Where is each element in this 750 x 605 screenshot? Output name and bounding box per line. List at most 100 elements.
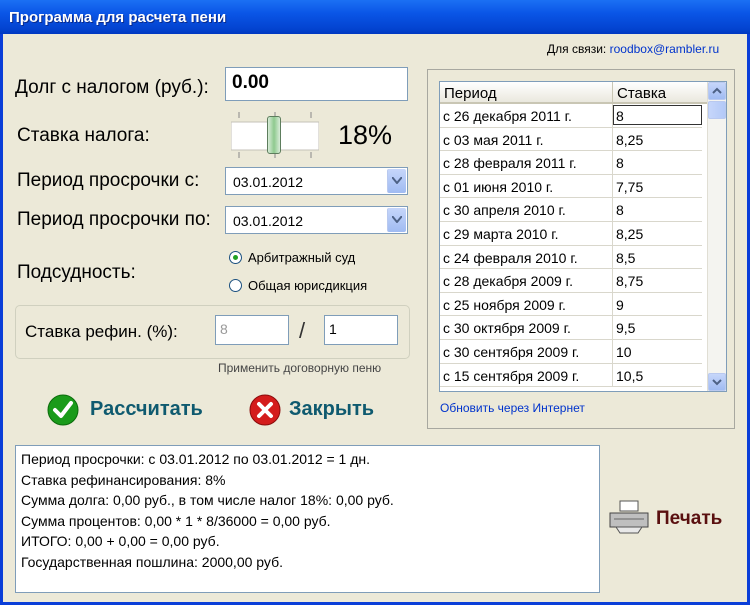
rate-cell[interactable]: 10,5 xyxy=(616,368,643,384)
calculate-button[interactable]: Рассчитать xyxy=(47,394,217,426)
period-to-value: 03.01.2012 xyxy=(233,213,304,229)
period-cell: с 03 мая 2011 г. xyxy=(443,131,544,148)
radio-arbitration[interactable] xyxy=(229,251,242,264)
contact-info: Для связи: roodbox@rambler.ru xyxy=(547,42,719,56)
period-from-datepicker[interactable]: 03.01.2012 xyxy=(225,167,408,195)
radio-general-label[interactable]: Общая юрисдикция xyxy=(248,278,367,293)
slider-thumb[interactable] xyxy=(267,116,281,154)
close-label: Закрыть xyxy=(289,398,375,420)
table-row[interactable]: с 01 июня 2010 г. 7,75 xyxy=(440,174,702,199)
contact-label: Для связи: xyxy=(547,42,607,56)
result-line: ИТОГО: 0,00 + 0,00 = 0,00 руб. xyxy=(21,533,220,549)
result-line: Сумма долга: 0,00 руб., в том числе нало… xyxy=(21,492,394,508)
close-icon xyxy=(249,394,281,426)
cell-divider xyxy=(612,222,613,245)
print-button[interactable]: Печать xyxy=(608,497,738,537)
main-window: Программа для расчета пени Для связи: ro… xyxy=(0,0,750,605)
period-cell: с 24 февраля 2010 г. xyxy=(443,249,578,266)
cell-divider xyxy=(612,245,613,269)
period-cell: с 29 марта 2010 г. xyxy=(443,226,559,242)
refin-multiplier-input[interactable]: 1 xyxy=(324,315,398,345)
scroll-down-button[interactable] xyxy=(708,373,726,391)
period-cell: с 30 сентября 2009 г. xyxy=(443,344,580,360)
period-cell: с 25 ноября 2009 г. xyxy=(443,296,566,313)
cell-divider xyxy=(612,127,613,151)
cell-divider xyxy=(612,174,613,198)
window-title: Программа для расчета пени xyxy=(9,9,227,26)
cell-divider xyxy=(612,363,613,387)
title-bar[interactable]: Программа для расчета пени xyxy=(0,0,750,34)
refin-rate-input[interactable]: 8 xyxy=(215,315,289,345)
period-cell: с 15 сентября 2009 г. xyxy=(443,367,580,384)
tax-rate-value: 18% xyxy=(338,120,393,150)
period-to-label: Период просрочки по: xyxy=(17,209,211,230)
tax-rate-slider[interactable] xyxy=(230,110,320,160)
printer-icon xyxy=(609,500,649,534)
rate-cell[interactable]: 8 xyxy=(616,202,624,218)
rates-rows: с 26 декабря 2011 г. 8 с 03 мая 2011 г. 8,2… xyxy=(440,104,707,391)
period-cell: с 30 октября 2009 г. xyxy=(443,320,571,337)
column-header-period[interactable]: Период xyxy=(440,82,613,104)
calculate-label: Рассчитать xyxy=(90,398,203,420)
jurisdiction-label: Подсудность: xyxy=(17,262,136,283)
tax-rate-label: Ставка налога: xyxy=(17,125,150,146)
cell-divider xyxy=(612,198,613,221)
refin-divider: / xyxy=(299,318,306,343)
rate-cell[interactable]: 7,75 xyxy=(616,179,643,195)
table-row[interactable]: с 30 апреля 2010 г. 8 xyxy=(440,198,702,222)
chevron-down-icon[interactable] xyxy=(387,169,406,193)
table-row[interactable]: с 30 октября 2009 г. 9,5 xyxy=(440,316,702,340)
table-row[interactable]: с 29 марта 2010 г. 8,25 xyxy=(440,222,702,246)
rate-cell[interactable]: 8 xyxy=(616,155,624,171)
scroll-up-button[interactable] xyxy=(708,82,726,100)
period-to-datepicker[interactable]: 03.01.2012 xyxy=(225,206,408,234)
chevron-up-icon xyxy=(712,87,722,94)
result-textarea[interactable]: Период просрочки: с 03.01.2012 по 03.01.… xyxy=(15,445,600,593)
radio-general[interactable] xyxy=(229,279,242,292)
period-from-value: 03.01.2012 xyxy=(233,174,304,190)
table-row[interactable]: с 26 декабря 2011 г. 8 xyxy=(440,104,702,128)
table-row[interactable]: с 24 февраля 2010 г. 8,5 xyxy=(440,245,702,270)
result-line: Период просрочки: с 03.01.2012 по 03.01.… xyxy=(21,451,371,467)
check-icon xyxy=(47,394,79,426)
apply-contract-link[interactable]: Применить договорную пеню xyxy=(218,361,381,375)
rate-cell[interactable]: 9,5 xyxy=(616,320,635,336)
rate-cell[interactable]: 8,25 xyxy=(616,226,643,242)
period-cell: с 01 июня 2010 г. xyxy=(443,178,554,195)
period-cell: с 30 апреля 2010 г. xyxy=(443,202,566,219)
period-cell: с 28 декабря 2009 г. xyxy=(443,273,573,290)
cell-divider xyxy=(612,340,613,363)
update-via-internet-link[interactable]: Обновить через Интернет xyxy=(440,401,585,415)
scroll-thumb[interactable] xyxy=(708,101,726,119)
column-header-rate[interactable]: Ставка xyxy=(613,82,707,104)
rate-cell[interactable]: 8,25 xyxy=(616,132,643,148)
rate-cell[interactable]: 8,5 xyxy=(616,250,635,266)
rate-cell[interactable]: 8 xyxy=(613,105,702,125)
rate-cell[interactable]: 10 xyxy=(616,344,632,360)
contact-email-link[interactable]: roodbox@rambler.ru xyxy=(610,42,720,56)
chevron-down-icon xyxy=(712,379,722,386)
debt-input[interactable]: 0.00 xyxy=(225,67,408,101)
result-line: Ставка рефинансирования: 8% xyxy=(21,471,226,488)
period-cell: с 26 декабря 2011 г. xyxy=(443,108,572,124)
print-label: Печать xyxy=(656,508,723,529)
period-cell: с 28 февраля 2011 г. xyxy=(443,155,577,172)
table-row[interactable]: с 25 ноября 2009 г. 9 xyxy=(440,292,702,317)
chevron-down-icon[interactable] xyxy=(387,208,406,232)
rates-table[interactable]: Период Ставка с 26 декабря 2011 г. 8 с 03 … xyxy=(439,81,727,392)
table-row[interactable]: с 30 сентября 2009 г. 10 xyxy=(440,340,702,364)
table-row[interactable]: с 28 февраля 2011 г. 8 xyxy=(440,151,702,175)
debt-label: Долг с налогом (руб.): xyxy=(15,77,209,98)
rates-scrollbar[interactable] xyxy=(707,82,726,391)
table-row[interactable]: с 15 сентября 2009 г. 10,5 xyxy=(440,363,702,388)
rate-cell[interactable]: 8,75 xyxy=(616,273,643,289)
cell-divider xyxy=(612,292,613,316)
rate-cell[interactable]: 9 xyxy=(616,297,624,313)
period-from-label: Период просрочки с: xyxy=(17,170,200,191)
table-row[interactable]: с 28 декабря 2009 г. 8,75 xyxy=(440,269,702,293)
refin-label: Ставка рефин. (%): xyxy=(25,322,178,341)
table-row[interactable]: с 03 мая 2011 г. 8,25 xyxy=(440,127,702,152)
close-button[interactable]: Закрыть xyxy=(249,394,389,426)
radio-arbitration-label[interactable]: Арбитражный суд xyxy=(248,250,355,265)
cell-divider xyxy=(612,316,613,339)
